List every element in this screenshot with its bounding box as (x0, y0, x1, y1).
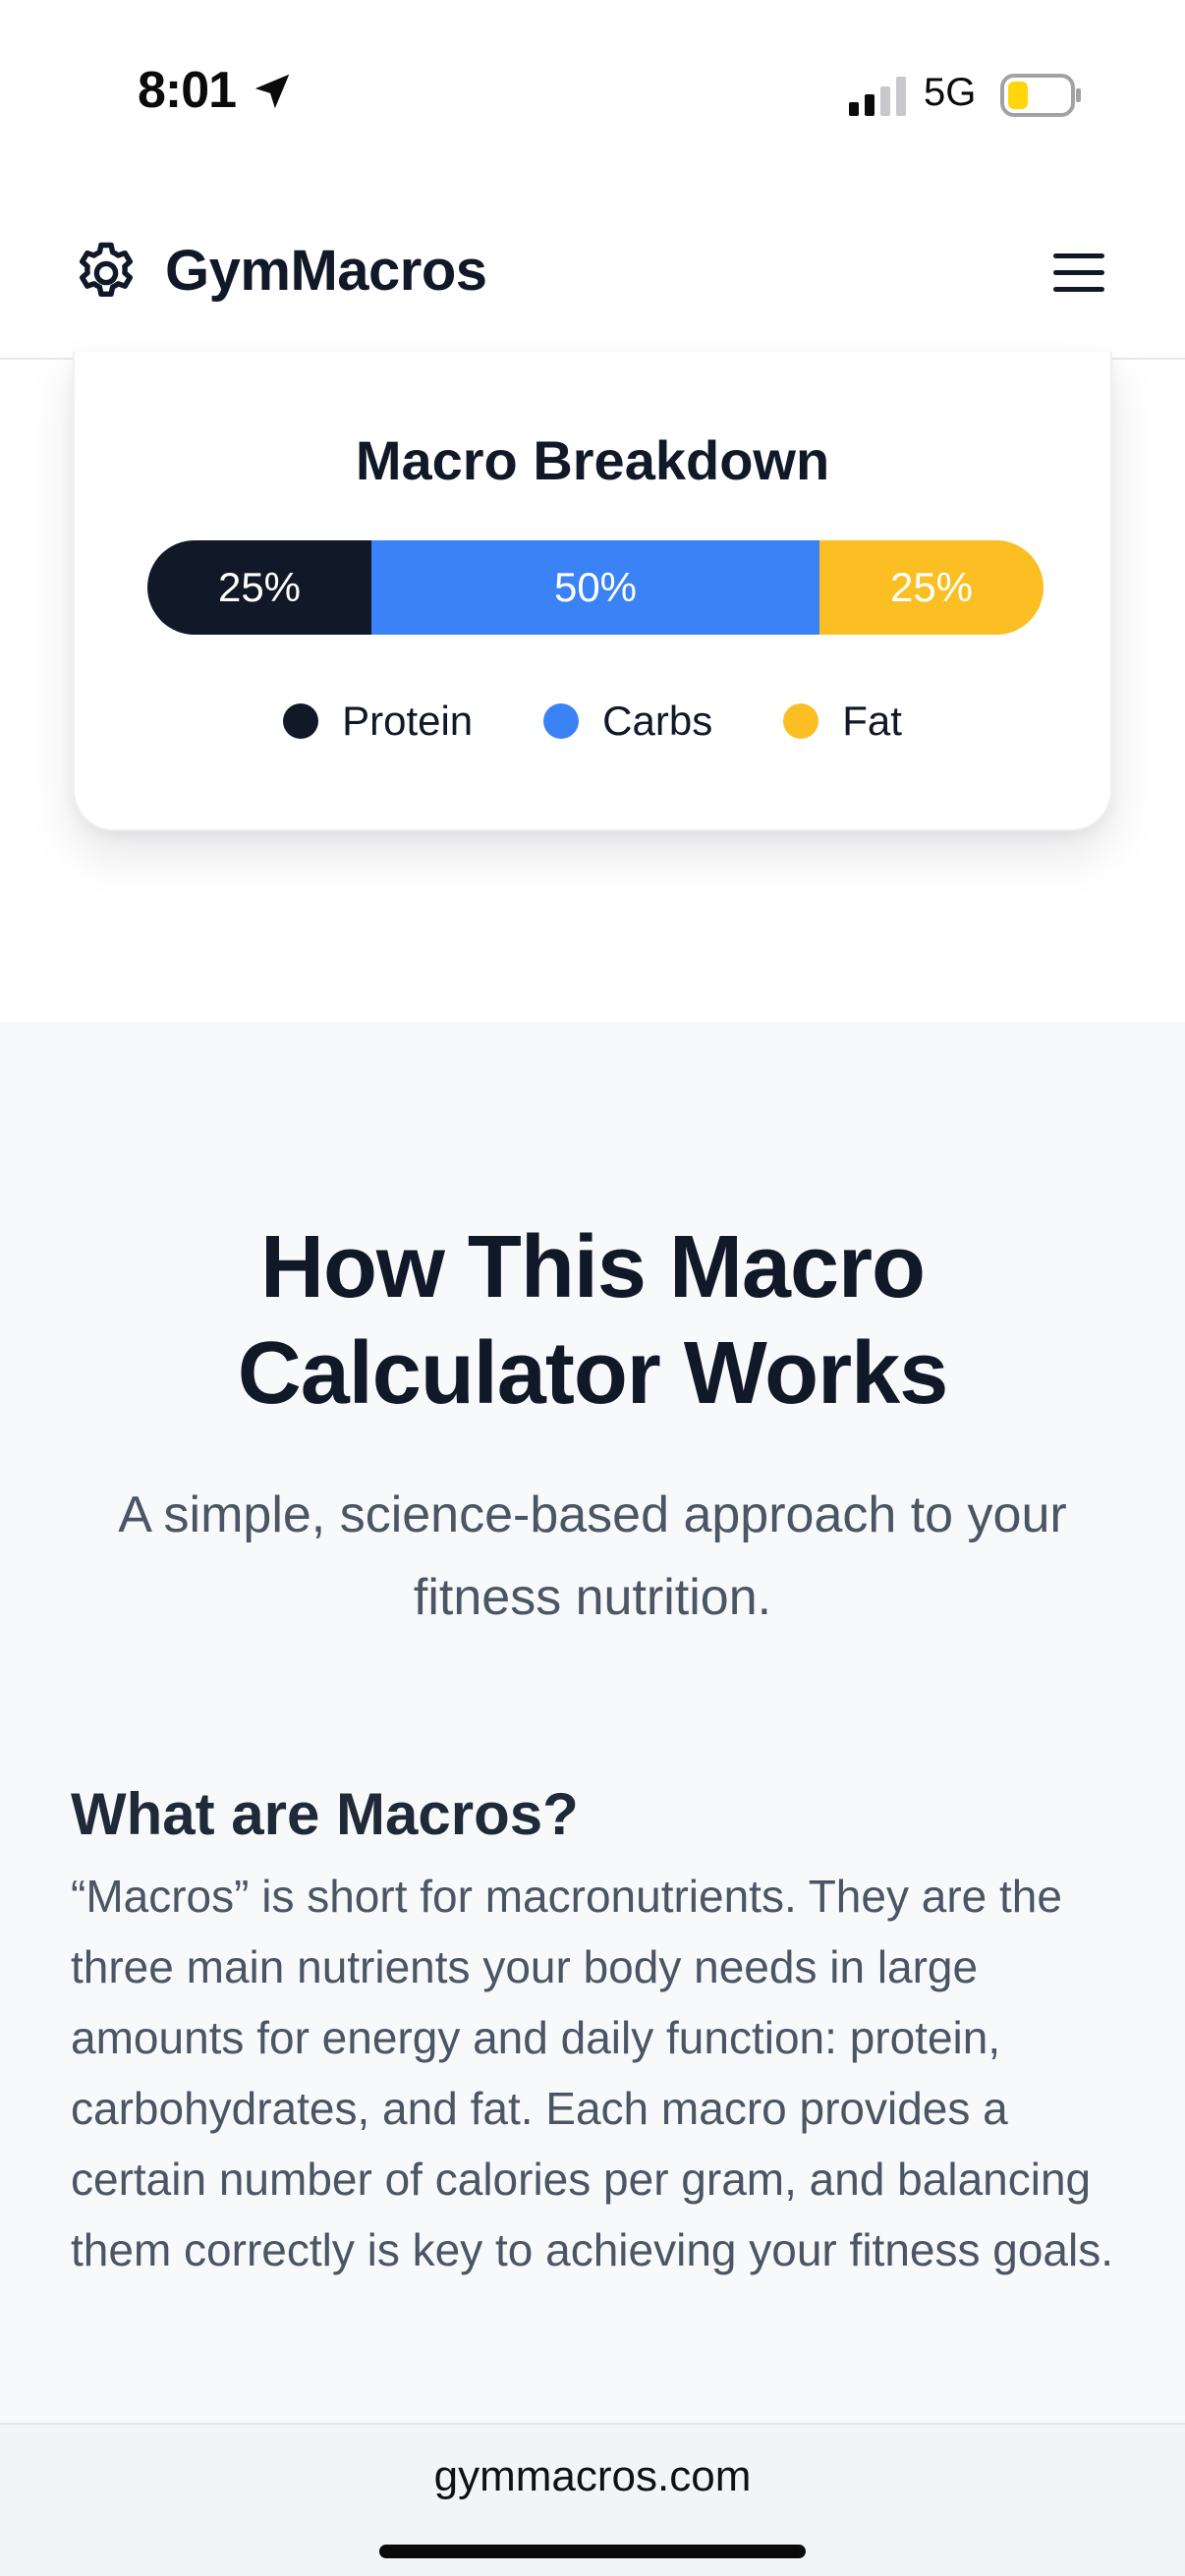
heading-line: Calculator Works (237, 1324, 949, 1423)
heading-line: How This Macro (259, 1218, 926, 1316)
legend-label: Carbs (602, 698, 713, 744)
legend-label: Fat (842, 698, 902, 744)
results-section: Macro Breakdown 25% 50% 25% Protein Carb… (0, 352, 1185, 1022)
legend-item-protein: Protein (283, 698, 473, 745)
macro-breakdown-title: Macro Breakdown (355, 429, 830, 491)
location-arrow-icon (254, 74, 290, 109)
menu-line (1053, 270, 1104, 275)
legend-item-carbs: Carbs (543, 698, 712, 745)
macro-breakdown-card: Macro Breakdown 25% 50% 25% Protein Carb… (73, 352, 1112, 831)
legend-item-fat: Fat (783, 698, 902, 745)
protein-dot-icon (283, 703, 319, 739)
fat-segment: 25% (819, 540, 1044, 635)
protein-segment: 25% (147, 540, 371, 635)
url-text[interactable]: gymmacros.com (0, 2452, 1185, 2501)
battery-icon (1000, 74, 1081, 117)
hamburger-menu-icon[interactable] (1045, 240, 1110, 305)
macro-legend: Protein Carbs Fat (75, 698, 1110, 745)
home-indicator (379, 2545, 806, 2558)
fat-dot-icon (783, 703, 819, 739)
what-are-macros-body: “Macros” is short for macronutrients. Th… (71, 1871, 1114, 2275)
status-bar: 8:01 5G (0, 0, 1185, 187)
browser-address-bar[interactable]: gymmacros.com (0, 2423, 1185, 2576)
status-time: 8:01 (138, 62, 237, 119)
menu-line (1053, 287, 1104, 292)
what-are-macros-heading: What are Macros? (71, 1781, 579, 1847)
signal-icon (849, 77, 906, 116)
macro-bar: 25% 50% 25% (147, 540, 1044, 635)
carbs-segment: 50% (371, 540, 819, 635)
how-it-works-heading: How This Macro Calculator Works (0, 1214, 1185, 1427)
gear-icon[interactable] (71, 238, 141, 308)
carbs-dot-icon (543, 703, 580, 739)
legend-label: Protein (342, 698, 474, 744)
site-header: GymMacros (0, 187, 1185, 360)
brand-name[interactable]: GymMacros (165, 238, 487, 304)
how-it-works-subtitle: A simple, science-based approach to your… (118, 1486, 1067, 1626)
how-it-works-section: How This Macro Calculator Works A simple… (0, 1022, 1185, 2425)
menu-line (1053, 253, 1104, 258)
network-type: 5G (924, 71, 977, 114)
